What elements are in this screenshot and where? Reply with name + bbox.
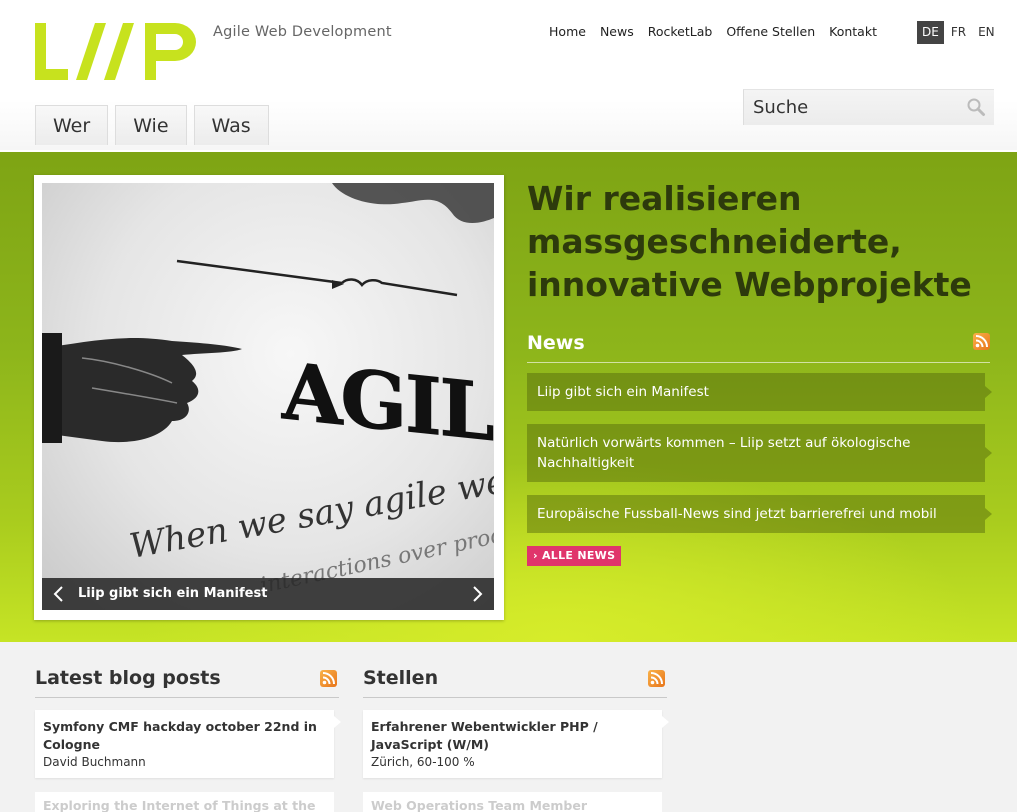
slider-image[interactable]: AGILE When we say agile we value interac…	[42, 183, 494, 610]
nav-home[interactable]: Home	[549, 24, 586, 39]
rss-icon[interactable]	[648, 670, 665, 687]
hero-heading: Wir realisieren massgeschneiderte, innov…	[527, 179, 972, 304]
job-title[interactable]: Erfahrener Webentwickler PHP / JavaScrip…	[371, 718, 654, 754]
blog-post-author: David Buchmann	[43, 755, 146, 769]
nav-rocketlab[interactable]: RocketLab	[648, 24, 713, 39]
slider-caption[interactable]: Liip gibt sich ein Manifest	[78, 586, 267, 601]
all-news-button[interactable]: › ALLE NEWS	[527, 546, 622, 566]
liip-logo[interactable]	[35, 23, 197, 80]
blog-post-title[interactable]: Symfony CMF hackday october 22nd in Colo…	[43, 718, 326, 754]
tab-wie[interactable]: Wie	[115, 105, 187, 145]
blog-post-card[interactable]: Exploring the Internet of Things at the	[35, 792, 334, 812]
slider-caption-bar: Liip gibt sich ein Manifest	[42, 578, 494, 610]
news-item[interactable]: Europäische Fussball-News sind jetzt bar…	[527, 495, 992, 533]
main-tabs: Wer Wie Was	[35, 105, 269, 145]
magnifier-icon[interactable]	[966, 97, 986, 117]
rss-icon[interactable]	[973, 333, 990, 350]
agile-manifesto-illustration: AGILE When we say agile we value interac…	[42, 183, 494, 599]
nav-kontakt[interactable]: Kontakt	[829, 24, 877, 39]
rss-icon[interactable]	[320, 670, 337, 687]
lang-en[interactable]: EN	[973, 21, 1000, 44]
tab-was[interactable]: Was	[193, 105, 269, 145]
blog-title[interactable]: Latest blog posts	[35, 667, 221, 689]
news-header: News	[527, 330, 990, 363]
tagline: Agile Web Development	[213, 24, 392, 40]
svg-text:AGILE: AGILE	[281, 346, 494, 465]
blog-header: Latest blog posts	[35, 667, 339, 698]
chevron-left-icon[interactable]	[50, 585, 68, 603]
search-input[interactable]	[744, 90, 959, 124]
content-columns: Latest blog posts Symfony CMF hackday oc…	[0, 642, 1017, 812]
lang-de[interactable]: DE	[917, 21, 944, 44]
site-header: Agile Web Development Home News RocketLa…	[0, 0, 1017, 150]
job-card[interactable]: Web Operations Team Member	[363, 792, 662, 812]
chevron-right-icon: ›	[533, 549, 538, 562]
all-news-label: ALLE NEWS	[541, 549, 616, 562]
jobs-header: Stellen	[363, 667, 667, 698]
nav-offene-stellen[interactable]: Offene Stellen	[726, 24, 815, 39]
hero-section: AGILE When we say agile we value interac…	[0, 152, 1017, 642]
news-item[interactable]: Natürlich vorwärts kommen – Liip setzt a…	[527, 424, 992, 482]
news-title[interactable]: News	[527, 332, 585, 354]
news-item[interactable]: Liip gibt sich ein Manifest	[527, 373, 992, 411]
chevron-right-icon[interactable]	[468, 585, 486, 603]
image-slider: AGILE When we say agile we value interac…	[34, 175, 504, 620]
language-switcher: DE FR EN	[917, 21, 1000, 44]
lang-fr[interactable]: FR	[946, 21, 971, 44]
top-navigation: Home News RocketLab Offene Stellen Konta…	[549, 24, 877, 39]
job-detail: Zürich, 60-100 %	[371, 755, 475, 769]
job-card[interactable]: Erfahrener Webentwickler PHP / JavaScrip…	[363, 710, 669, 778]
search-box	[743, 89, 994, 125]
jobs-title[interactable]: Stellen	[363, 667, 438, 689]
nav-news[interactable]: News	[600, 24, 634, 39]
blog-post-card[interactable]: Symfony CMF hackday october 22nd in Colo…	[35, 710, 341, 778]
tab-wer[interactable]: Wer	[35, 105, 109, 145]
